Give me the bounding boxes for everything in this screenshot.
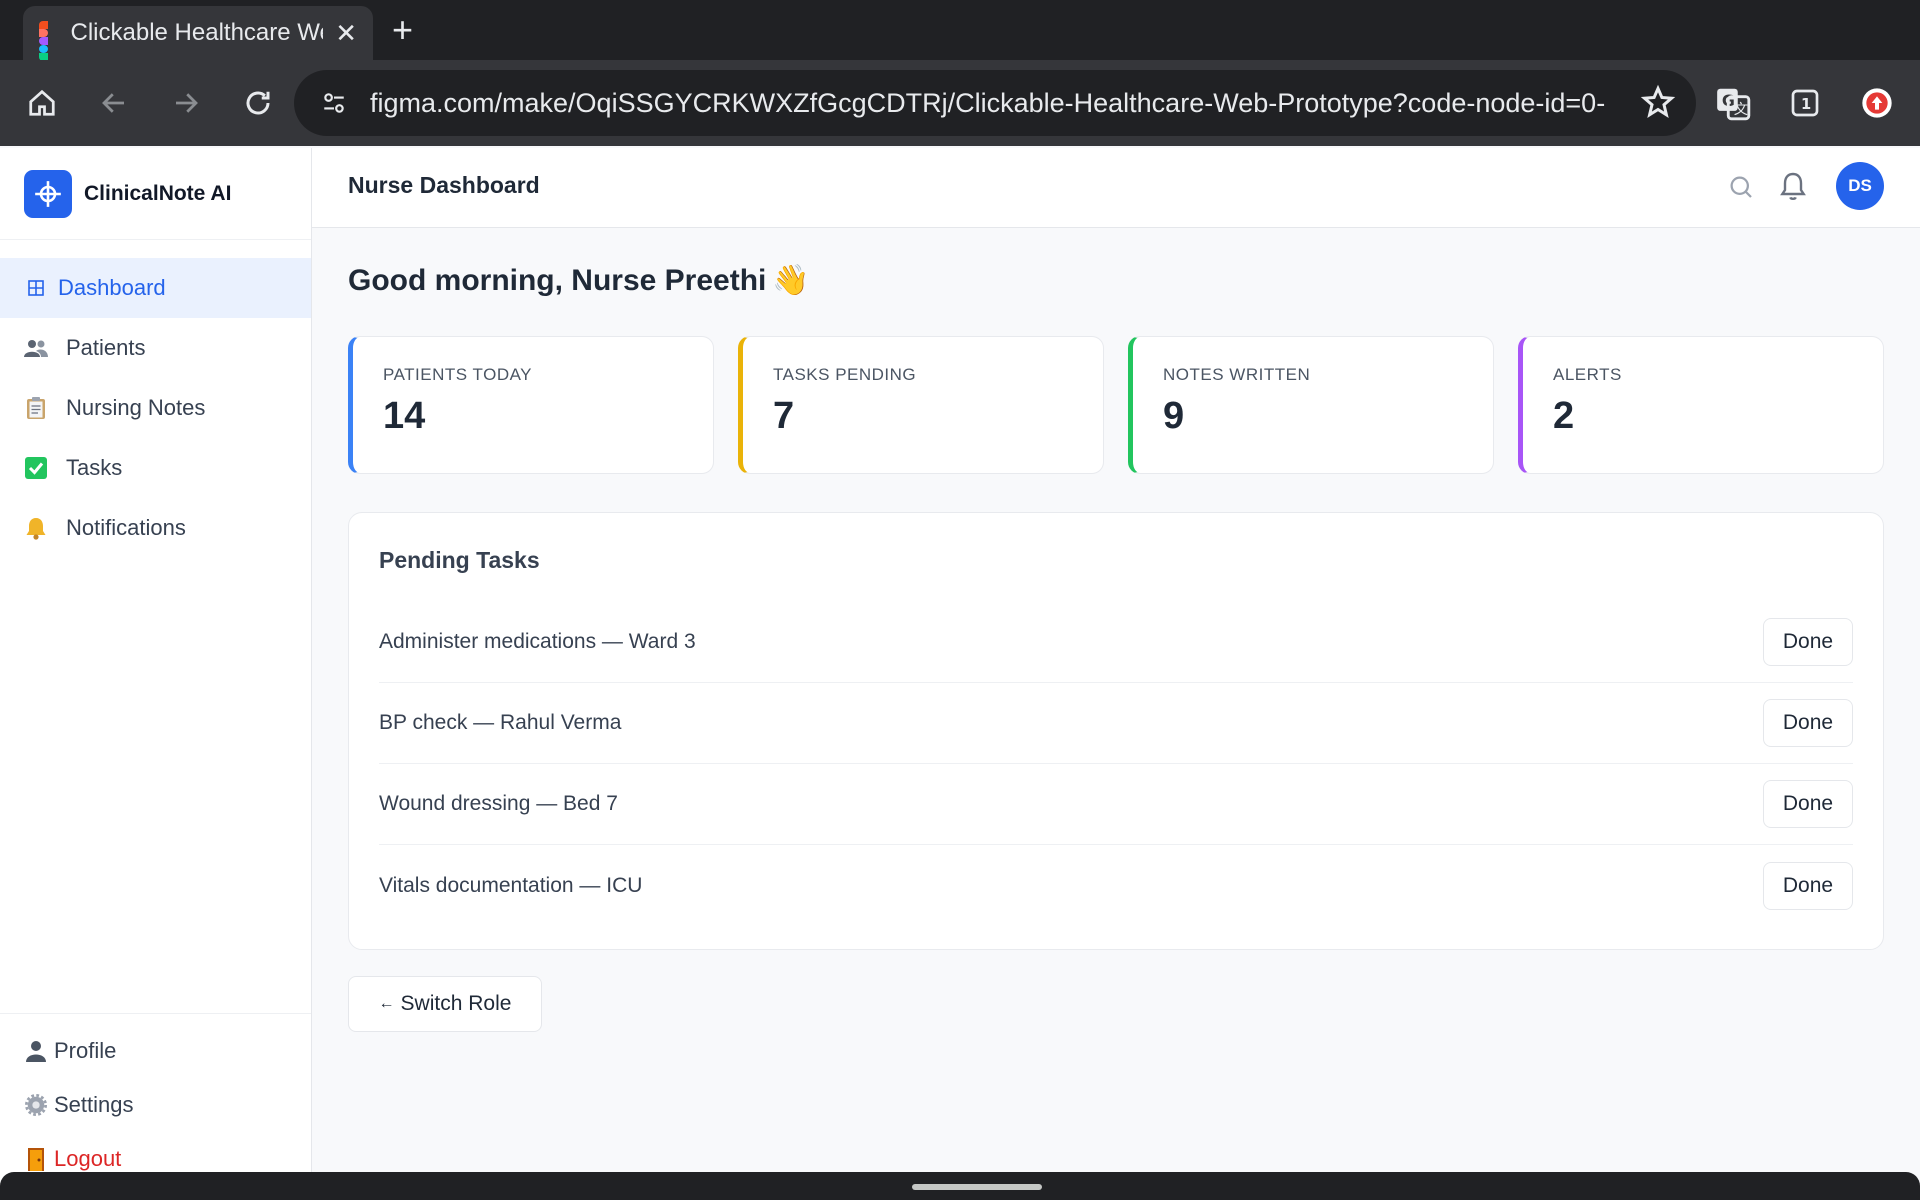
task-text: Vitals documentation — ICU (379, 873, 643, 897)
back-arrow-icon: ← (378, 995, 395, 1012)
stats-row: PATIENTS TODAY 14 TASKS PENDING 7 NOTES … (348, 336, 1884, 474)
figma-favicon-icon (39, 21, 57, 61)
gear-icon (24, 1093, 48, 1117)
check-box-icon (24, 456, 48, 480)
grid-icon (24, 276, 48, 300)
search-icon[interactable] (1726, 172, 1756, 202)
greeting-text: Good morning, Nurse Preethi (348, 263, 767, 297)
stat-card-patients-today[interactable]: PATIENTS TODAY 14 (348, 336, 714, 474)
settings-label: Settings (54, 1092, 134, 1117)
url-text: figma.com/make/OqiSSGYCRKWXZfGcgCDTRj/Cl… (370, 87, 1606, 118)
profile-label: Profile (54, 1038, 117, 1063)
sidebar-item-label: Tasks (66, 455, 123, 480)
task-row: Vitals documentation — ICU Done (379, 845, 1853, 926)
bell-icon (24, 516, 48, 540)
browser-toolbar: figma.com/make/OqiSSGYCRKWXZfGcgCDTRj/Cl… (0, 60, 1920, 146)
sidebar: ClinicalNote AI Dashboard Patients Nursi… (0, 148, 312, 1200)
person-icon (24, 1039, 48, 1063)
new-tab-icon[interactable]: + (392, 10, 413, 50)
door-icon (24, 1147, 48, 1171)
browser-tab-bar: Clickable Healthcare We ✕ + (0, 0, 1920, 61)
logout-label: Logout (54, 1146, 122, 1171)
switch-role-button[interactable]: ← Switch Role (348, 976, 542, 1032)
done-button[interactable]: Done (1763, 861, 1853, 910)
system-gesture-bar (0, 1172, 1920, 1200)
task-row: Administer medications — Ward 3 Done (379, 602, 1853, 683)
greeting: Good morning, Nurse Preethi 👋 (348, 263, 810, 298)
sidebar-item-label: Nursing Notes (66, 395, 206, 420)
pending-tasks-card: Pending Tasks Administer medications — W… (348, 512, 1884, 950)
clipboard-icon (24, 396, 48, 420)
pending-tasks-title: Pending Tasks (379, 547, 540, 573)
page-title: Nurse Dashboard (348, 172, 540, 198)
stat-card-tasks-pending[interactable]: TASKS PENDING 7 (738, 336, 1104, 474)
task-row: BP check — Rahul Verma Done (379, 683, 1853, 764)
sidebar-item-label: Dashboard (58, 275, 166, 300)
stat-card-notes-written[interactable]: NOTES WRITTEN 9 (1128, 336, 1494, 474)
svg-text:1: 1 (1801, 96, 1811, 113)
brand-name: ClinicalNote AI (84, 181, 232, 205)
browser-tab[interactable]: Clickable Healthcare We ✕ (23, 6, 373, 61)
sidebar-nav: Dashboard Patients Nursing Notes Tasks N… (0, 258, 311, 558)
back-icon[interactable] (89, 78, 139, 128)
reload-icon[interactable] (233, 78, 283, 128)
task-text: Wound dressing — Bed 7 (379, 792, 618, 815)
waving-hand-icon: 👋 (772, 264, 810, 297)
sidebar-item-label: Patients (66, 335, 146, 360)
top-header: Nurse Dashboard DS (312, 148, 1920, 228)
stat-value: 7 (773, 395, 795, 437)
avatar[interactable]: DS (1836, 162, 1884, 210)
sidebar-item-notifications[interactable]: Notifications (0, 498, 311, 558)
close-tab-icon[interactable]: ✕ (335, 18, 357, 49)
task-text: BP check — Rahul Verma (379, 711, 622, 734)
app: ClinicalNote AI Dashboard Patients Nursi… (0, 148, 1920, 1200)
stat-label: NOTES WRITTEN (1163, 365, 1311, 384)
stat-label: TASKS PENDING (773, 365, 917, 384)
forward-icon[interactable] (161, 78, 211, 128)
done-button[interactable]: Done (1763, 780, 1853, 828)
notification-bell-icon[interactable] (1777, 170, 1809, 202)
main-content: Nurse Dashboard DS Good morning, Nurse P… (312, 148, 1920, 1200)
task-row: Wound dressing — Bed 7 Done (379, 764, 1853, 845)
tab-title: Clickable Healthcare We (70, 19, 324, 46)
sidebar-item-label: Notifications (66, 515, 186, 540)
address-bar[interactable]: figma.com/make/OqiSSGYCRKWXZfGcgCDTRj/Cl… (294, 70, 1696, 136)
sidebar-bottom: Profile Settings Logout (0, 1013, 311, 1186)
people-icon (24, 336, 48, 360)
task-text: Administer medications — Ward 3 (379, 630, 696, 653)
sidebar-item-dashboard[interactable]: Dashboard (0, 258, 311, 318)
stat-label: PATIENTS TODAY (383, 365, 533, 384)
update-icon[interactable] (1852, 78, 1902, 128)
done-button[interactable]: Done (1763, 699, 1853, 747)
stat-value: 2 (1553, 395, 1575, 437)
done-button[interactable]: Done (1763, 618, 1853, 666)
logo-icon (24, 169, 72, 218)
star-icon[interactable] (1640, 84, 1676, 125)
stat-value: 9 (1163, 395, 1185, 437)
settings-link[interactable]: Settings (0, 1078, 311, 1132)
svg-text:文: 文 (1734, 101, 1748, 118)
sidebar-item-tasks[interactable]: Tasks (0, 438, 311, 498)
stat-label: ALERTS (1553, 365, 1622, 384)
brand[interactable]: ClinicalNote AI (0, 148, 311, 240)
stat-value: 14 (383, 395, 426, 437)
stat-card-alerts[interactable]: ALERTS 2 (1518, 336, 1884, 474)
sidebar-item-patients[interactable]: Patients (0, 318, 311, 378)
switch-role-label: Switch Role (400, 992, 512, 1015)
profile-link[interactable]: Profile (0, 1024, 311, 1078)
tab-count-icon[interactable]: 1 (1780, 78, 1830, 128)
home-icon[interactable] (17, 78, 67, 128)
translate-icon[interactable]: G文 (1708, 78, 1758, 128)
gesture-handle[interactable] (912, 1184, 1042, 1190)
site-settings-icon[interactable] (316, 85, 352, 121)
sidebar-item-nursing-notes[interactable]: Nursing Notes (0, 378, 311, 438)
task-list: Administer medications — Ward 3 Done BP … (379, 602, 1853, 926)
